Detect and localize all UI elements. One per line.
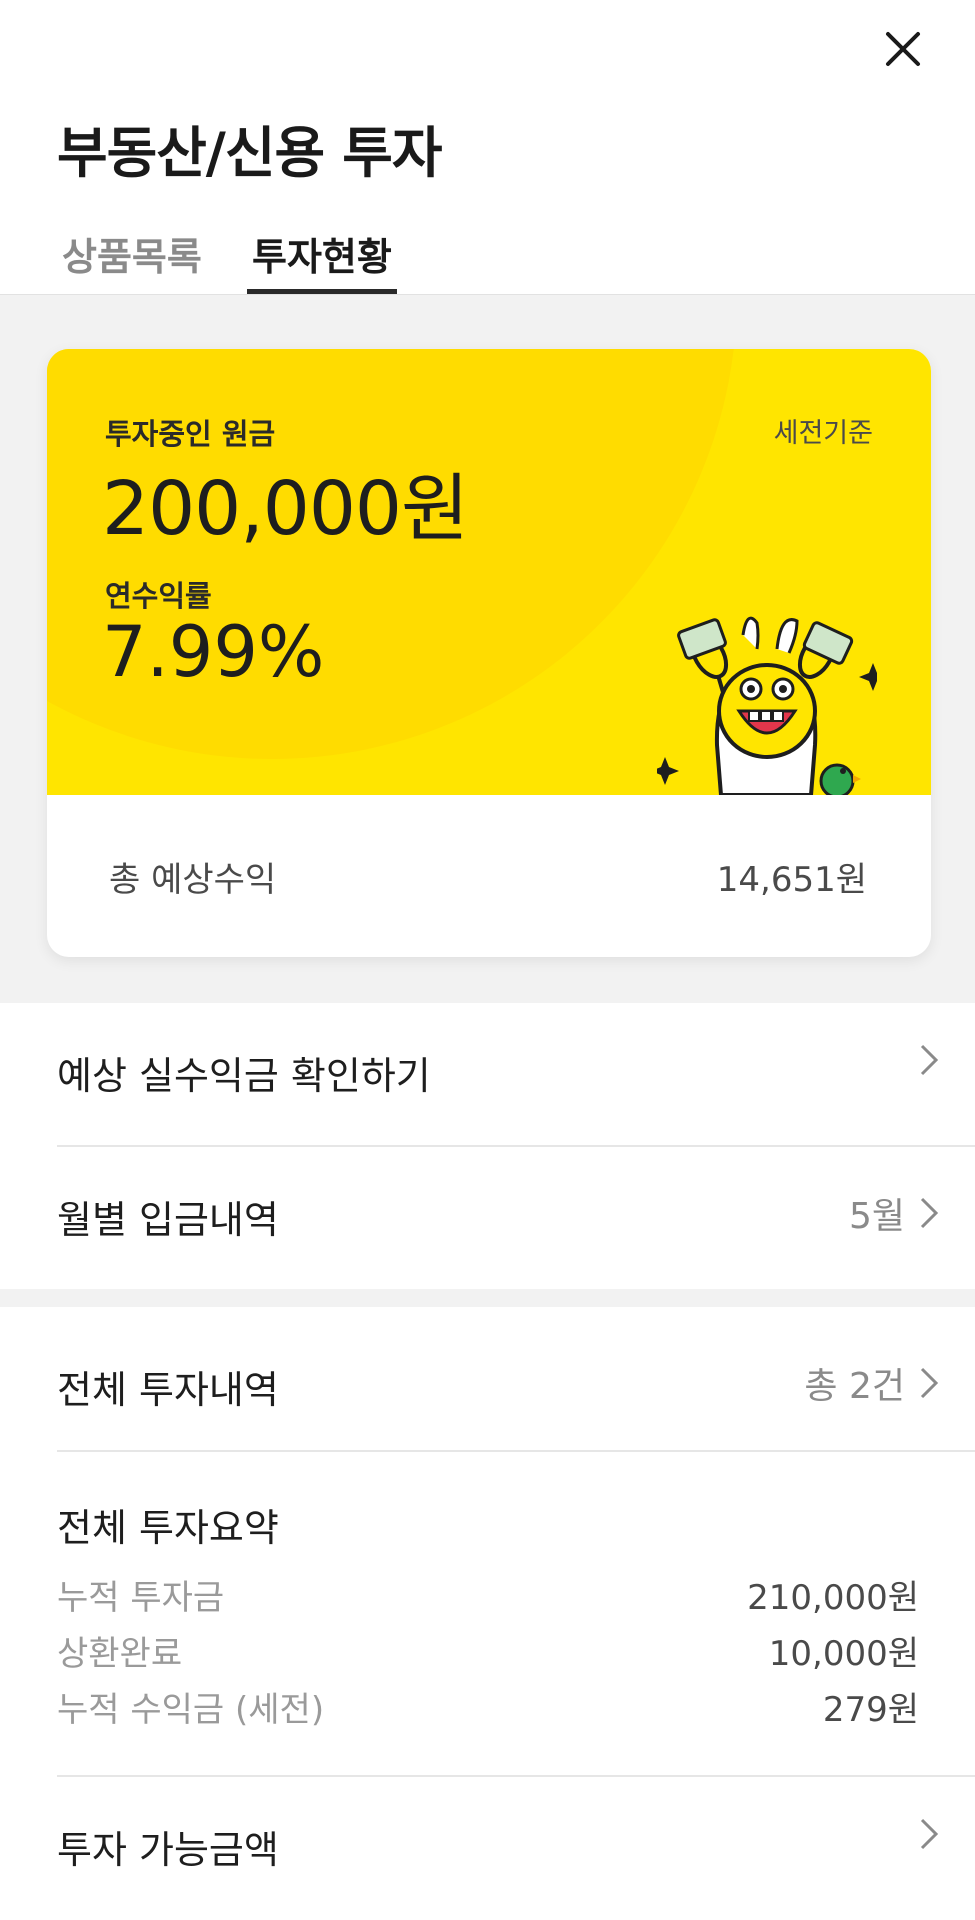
net-profit-row[interactable]: 예상 실수익금 확인하기 (0, 1003, 975, 1137)
available-amount-row[interactable]: 투자 가능금액 (0, 1777, 975, 1911)
chevron-right-icon (920, 1818, 939, 1850)
summary-label: 누적 투자금 (57, 1578, 225, 1618)
section-gap (0, 1289, 975, 1307)
tab-investment-status[interactable]: 투자현황 (252, 226, 392, 281)
card-highlight: 투자중인 원금 세전기준 200,000원 연수익률 7.99% (47, 349, 931, 795)
all-investments-action: 총 2건 (804, 1357, 939, 1409)
available-amount-action (919, 1817, 939, 1851)
page-title: 부동산/신용 투자 (57, 121, 442, 185)
summary-value: 210,000원 (747, 1578, 919, 1618)
all-investments-row[interactable]: 전체 투자내역 총 2건 (0, 1317, 975, 1451)
summary-row: 누적 수익금 (세전) 279원 (57, 1682, 919, 1732)
monthly-deposits-action: 5월 (849, 1187, 939, 1239)
summary-label: 상환완료 (57, 1634, 183, 1674)
close-button[interactable] (872, 18, 934, 80)
principal-amount: 200,000원 (102, 466, 469, 552)
tab-products[interactable]: 상품목록 (62, 226, 202, 281)
net-profit-label: 예상 실수익금 확인하기 (57, 1054, 431, 1098)
expected-profit-label: 총 예상수익 (109, 860, 277, 900)
monthly-deposits-row[interactable]: 월별 입금내역 5월 (0, 1147, 975, 1281)
principal-label: 투자중인 원금 (105, 417, 276, 451)
investment-summary-card: 투자중인 원금 세전기준 200,000원 연수익률 7.99% 총 예상수익 … (47, 349, 931, 957)
summary-value: 279원 (822, 1690, 919, 1730)
net-profit-action (919, 1043, 939, 1077)
chevron-right-icon (920, 1197, 939, 1229)
all-investments-label: 전체 투자내역 (57, 1368, 279, 1412)
annual-return-value: 7.99% (102, 611, 325, 693)
mascot-character-icon (657, 616, 877, 795)
expected-profit-value: 14,651원 (716, 860, 867, 900)
summary-value: 10,000원 (768, 1634, 919, 1674)
tax-basis-label: 세전기준 (773, 418, 873, 449)
chevron-right-icon (920, 1367, 939, 1399)
close-icon (886, 32, 920, 66)
row-divider (57, 1450, 975, 1452)
summary-row: 누적 투자금 210,000원 (57, 1570, 919, 1620)
available-amount-label: 투자 가능금액 (57, 1828, 279, 1872)
chevron-right-icon (920, 1044, 939, 1076)
top-header: 부동산/신용 투자 상품목록 투자현황 (0, 0, 975, 295)
investment-summary-title: 전체 투자요약 (57, 1506, 279, 1550)
summary-row: 상환완료 10,000원 (57, 1626, 919, 1676)
monthly-deposits-label: 월별 입금내역 (57, 1198, 279, 1242)
summary-label: 누적 수익금 (세전) (57, 1690, 325, 1730)
annual-return-label: 연수익률 (105, 579, 212, 613)
all-investments-count: 총 2건 (804, 1366, 905, 1407)
monthly-deposits-value: 5월 (848, 1196, 905, 1237)
